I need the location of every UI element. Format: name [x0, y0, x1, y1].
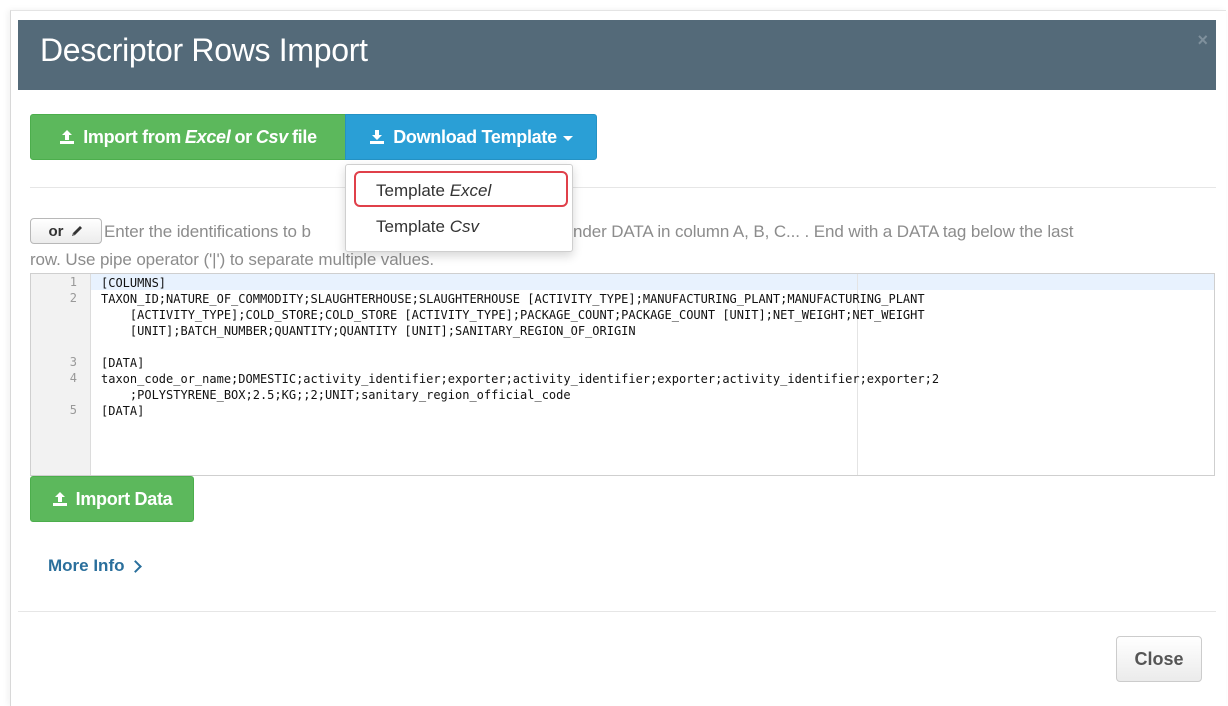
close-icon[interactable]: ×: [1197, 30, 1208, 51]
code-line: TAXON_ID;NATURE_OF_COMMODITY;SLAUGHTERHO…: [101, 292, 925, 338]
upload-icon: [59, 129, 75, 145]
page-frame: Descriptor Rows Import × Import from Exc…: [0, 0, 1228, 706]
line-number: 2: [69, 291, 77, 305]
line-number: 4: [69, 371, 77, 385]
close-button[interactable]: Close: [1116, 636, 1202, 682]
modal-header: Descriptor Rows Import ×: [18, 20, 1216, 90]
instructions-text-start: Enter the identifications to b: [104, 222, 311, 241]
instructions-text-line2: row. Use pipe operator ('|') to separate…: [30, 250, 434, 269]
menu-item-format: Excel: [449, 181, 492, 200]
caret-down-icon: [562, 136, 573, 141]
import-file-label-suffix: file: [291, 126, 317, 147]
import-from-file-button[interactable]: Import from Excel or Csv file: [30, 114, 346, 160]
menu-item-template-csv[interactable]: Template Csv: [376, 217, 479, 237]
instructions-text-end: nder DATA in column A, B, C... . End wit…: [573, 222, 1074, 241]
import-file-label-excel: Excel: [184, 126, 231, 147]
upload-icon: [52, 491, 68, 507]
import-data-label: Import Data: [75, 488, 173, 509]
line-number: 3: [69, 355, 77, 369]
menu-item-format: Csv: [449, 217, 479, 236]
download-template-button[interactable]: Download Template: [345, 114, 597, 160]
download-icon: [369, 129, 385, 145]
import-file-label-or: or: [234, 126, 252, 147]
modal-title: Descriptor Rows Import: [40, 32, 368, 68]
import-file-label-prefix: Import from: [83, 126, 181, 147]
code-editor[interactable]: 1 2 3 4 5 [COLUMNS] TAXON_ID;NATURE_OF_C…: [30, 273, 1215, 476]
menu-item-template-excel[interactable]: Template Excel: [376, 181, 491, 201]
line-number: 1: [69, 275, 77, 289]
download-template-menu: Template Excel Template Csv: [345, 164, 573, 252]
code-line: [COLUMNS]: [101, 276, 167, 290]
code-line: [DATA]: [101, 356, 145, 370]
manual-entry-toggle[interactable]: or: [30, 218, 102, 244]
code-line: taxon_code_or_name;DOMESTIC;activity_ide…: [101, 372, 940, 402]
active-line-highlight: [31, 274, 1214, 290]
line-number: 5: [69, 403, 77, 417]
or-label: or: [48, 222, 64, 240]
more-info-label: More Info: [48, 556, 125, 575]
footer-divider: [18, 611, 1216, 612]
import-file-label-csv: Csv: [255, 126, 288, 147]
divider: [30, 187, 1216, 188]
code-line: [DATA]: [101, 404, 145, 418]
chevron-right-icon: [128, 559, 142, 573]
menu-item-prefix: Template: [376, 181, 445, 200]
more-info-link[interactable]: More Info: [48, 556, 142, 576]
menu-item-prefix: Template: [376, 217, 445, 236]
import-data-button[interactable]: Import Data: [30, 476, 194, 522]
download-template-label: Download Template: [393, 126, 557, 147]
pencil-icon: [70, 224, 84, 238]
